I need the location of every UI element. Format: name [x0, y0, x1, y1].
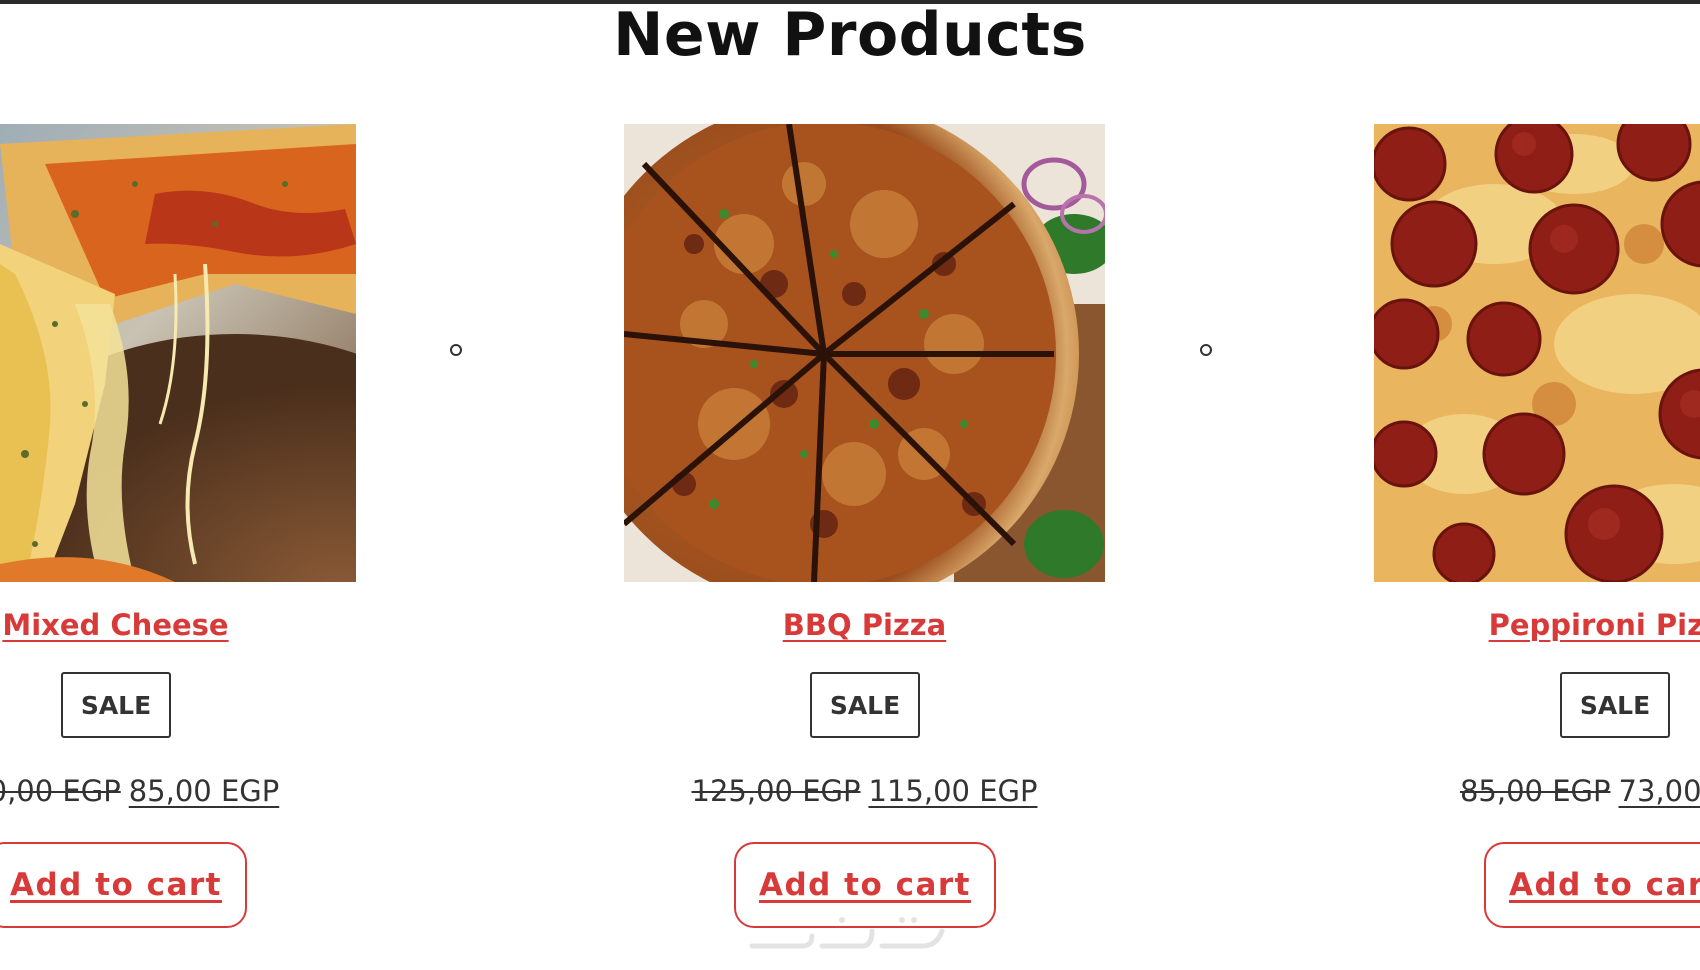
product-card: Peppironi Pizza SALE 85,00 EGP73,00 EGP … — [1374, 124, 1700, 954]
price-row: 85,00 EGP73,00 EGP — [1374, 774, 1700, 808]
price-row: 125,00 EGP 115,00 EGP — [624, 774, 1105, 808]
old-price: 100,00 EGP — [0, 774, 121, 808]
sale-price: 115,00 EGP — [868, 774, 1038, 808]
add-to-cart-button[interactable]: Add to cart — [0, 842, 247, 928]
sale-badge: SALE — [810, 672, 920, 738]
bbq-pizza-picture — [624, 124, 1105, 582]
watermark-logo — [749, 917, 945, 949]
old-price: 125,00 EGP — [691, 774, 861, 808]
section-title: New Products — [613, 0, 1087, 70]
cheese-pizza-picture — [0, 124, 356, 582]
new-products-section: New Products Mixed Cheese SALE ,00 EGP 8… — [0, 0, 1700, 970]
pepperoni-pizza-picture — [1374, 124, 1700, 582]
sale-badge: SALE — [61, 672, 171, 738]
product-name-link[interactable]: BBQ Pizza — [624, 608, 1105, 642]
product-image[interactable] — [624, 124, 1105, 582]
sale-price: 85,00 EGP — [128, 774, 280, 808]
product-name-link[interactable]: Peppironi Pizza — [1374, 608, 1700, 642]
sale-price: 73,00 EGP — [1618, 774, 1700, 808]
old-price: 85,00 EGP — [1459, 774, 1611, 808]
product-card: BBQ Pizza SALE 125,00 EGP 115,00 EGP Add … — [624, 124, 1105, 954]
sale-badge: SALE — [1560, 672, 1670, 738]
carousel-dot[interactable] — [450, 344, 462, 356]
product-name-link[interactable]: Mixed Cheese — [0, 608, 356, 642]
price-row: 100,00 EGP85,00 EGP — [0, 774, 356, 808]
product-image[interactable] — [0, 124, 356, 582]
product-card: Mixed Cheese SALE 100,00 EGP85,00 EGP Ad… — [0, 124, 356, 954]
carousel-dot[interactable] — [1200, 344, 1212, 356]
product-image[interactable] — [1374, 124, 1700, 582]
add-to-cart-button[interactable]: Add to cart — [1484, 842, 1700, 928]
